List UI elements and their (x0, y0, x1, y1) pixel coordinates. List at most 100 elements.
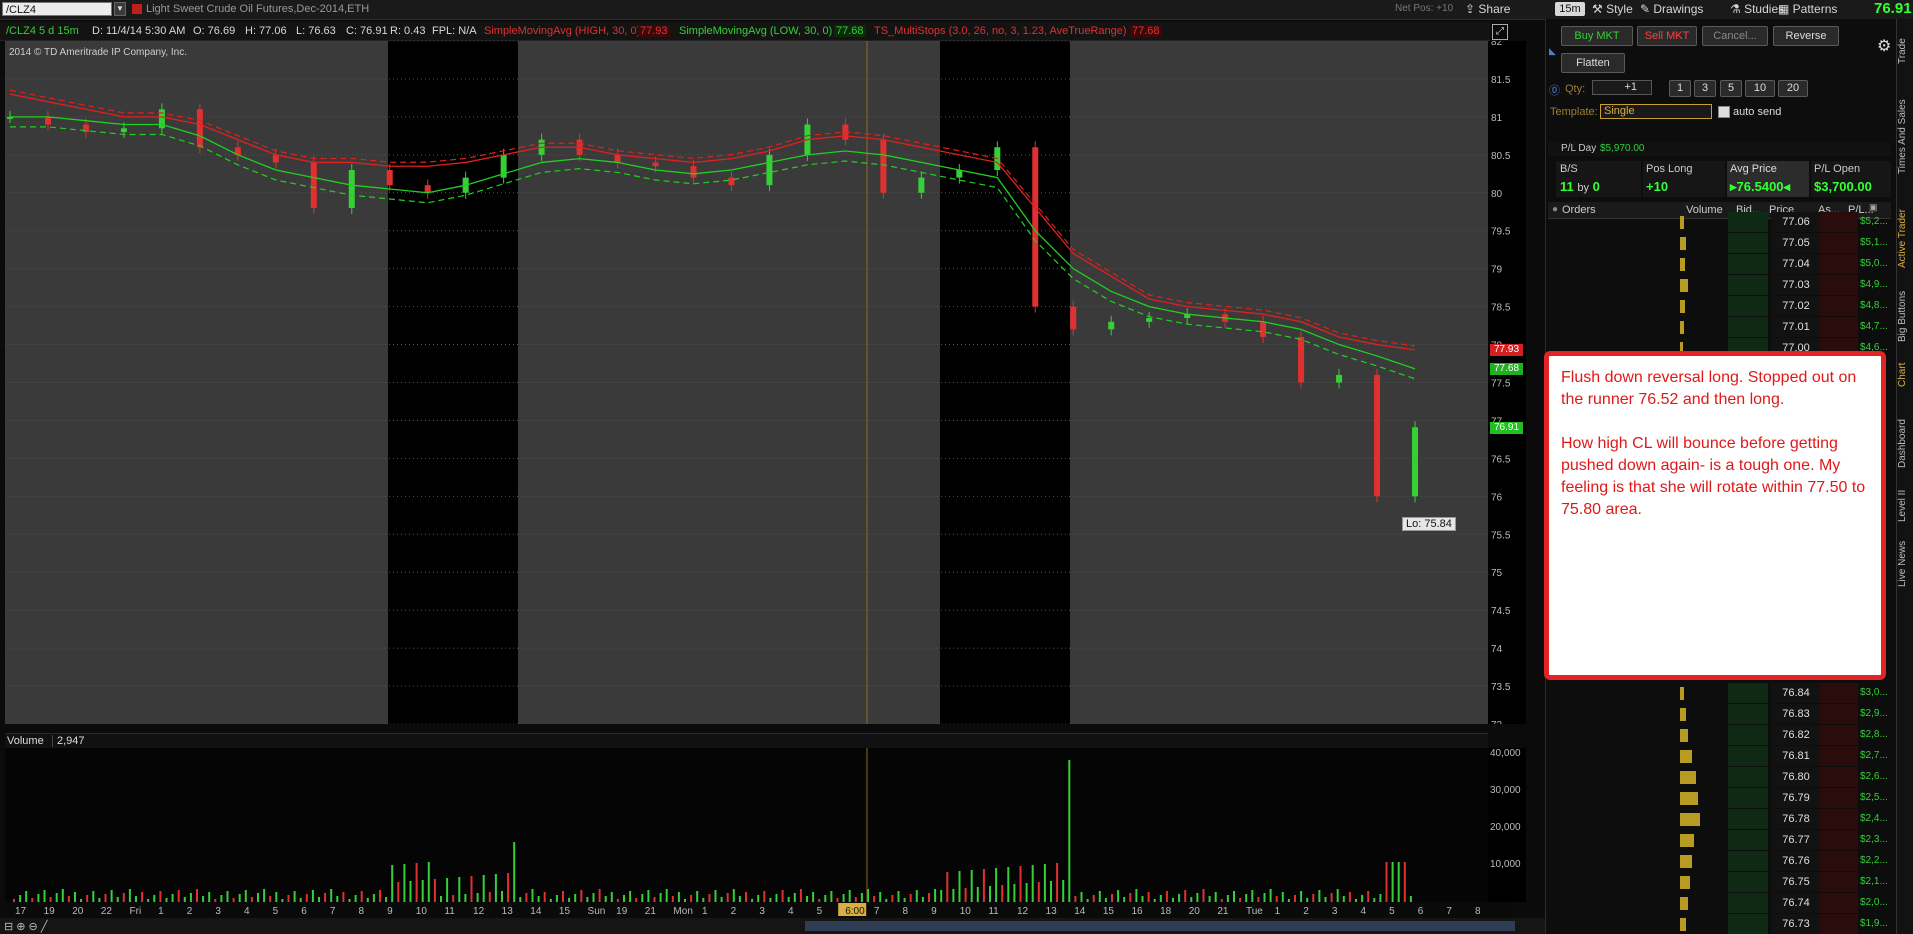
side-tab-trade[interactable]: Trade (1897, 29, 1913, 74)
studies-button[interactable]: ⚗ Studies (1730, 1, 1784, 18)
book-bid-cell[interactable] (1728, 851, 1768, 871)
volume-chart[interactable] (5, 748, 1488, 902)
chart-scrollbar-thumb[interactable] (805, 921, 1515, 931)
book-bid-cell[interactable] (1728, 788, 1768, 808)
qty-preset-10[interactable]: 10 (1745, 80, 1775, 97)
book-ask-cell[interactable] (1820, 914, 1858, 934)
book-row[interactable]: 76.82 $2,8... (1550, 725, 1890, 745)
book-row[interactable]: 77.04 $5,0... (1550, 254, 1890, 274)
qty-preset-1[interactable]: 1 (1669, 80, 1691, 97)
book-bid-cell[interactable] (1728, 725, 1768, 745)
book-price[interactable]: 77.03 (1771, 275, 1821, 295)
book-ask-cell[interactable] (1820, 830, 1858, 850)
side-tab-live-news[interactable]: Live News (1897, 534, 1913, 594)
sma-low-study[interactable]: SimpleMovingAvg (LOW, 30, 0) (679, 25, 832, 37)
book-ask-cell[interactable] (1820, 704, 1858, 724)
book-bid-cell[interactable] (1728, 212, 1768, 232)
cancel-button[interactable]: Cancel... (1702, 26, 1768, 46)
book-bid-cell[interactable] (1728, 704, 1768, 724)
reverse-button[interactable]: Reverse (1773, 26, 1839, 46)
qty-preset-3[interactable]: 3 (1694, 80, 1716, 97)
book-price[interactable]: 77.02 (1771, 296, 1821, 316)
book-row[interactable]: 76.83 $2,9... (1550, 704, 1890, 724)
collapse-icon[interactable]: ◣ (1549, 46, 1556, 57)
book-row[interactable]: 76.73 $1,9... (1550, 914, 1890, 934)
symbol-input[interactable]: /CLZ4 (2, 2, 112, 16)
book-price[interactable]: 76.81 (1771, 746, 1821, 766)
chart-maximize-icon[interactable]: ⤢ (1492, 24, 1508, 40)
side-tab-big-buttons[interactable]: Big Buttons (1897, 281, 1913, 351)
book-ask-cell[interactable] (1820, 767, 1858, 787)
book-ask-cell[interactable] (1820, 296, 1858, 316)
side-tab-times-and-sales[interactable]: Times And Sales (1897, 87, 1913, 187)
sell-mkt-button[interactable]: Sell MKT (1637, 26, 1697, 46)
side-tab-active-trader[interactable]: Active Trader (1897, 199, 1913, 279)
time-axis[interactable]: 17 19 20 22 Fri 1 2 3 4 5 6 7 8 9 10 11 12 13 14 15 Sun 19 21 M… (5, 902, 1515, 918)
book-ask-cell[interactable] (1820, 275, 1858, 295)
book-row[interactable]: 77.06 $5,2... (1550, 212, 1890, 232)
book-bid-cell[interactable] (1728, 296, 1768, 316)
buy-mkt-button[interactable]: Buy MKT (1561, 26, 1633, 46)
patterns-button[interactable]: ▦ Patterns (1778, 1, 1837, 18)
book-ask-cell[interactable] (1820, 893, 1858, 913)
side-tab-level-ii[interactable]: Level II (1897, 481, 1913, 531)
side-tab-dashboard[interactable]: Dashboard (1897, 409, 1913, 479)
zoom-controls-icon[interactable]: ⊟ ⊕ ⊖ ╱ (4, 920, 47, 933)
price-chart[interactable] (5, 40, 1488, 725)
ts-multistops-study[interactable]: TS_MultiStops (3.0, 26, no, 3, 1.23, Ave… (874, 25, 1127, 37)
book-ask-cell[interactable] (1820, 683, 1858, 703)
book-bid-cell[interactable] (1728, 830, 1768, 850)
book-ask-cell[interactable] (1820, 872, 1858, 892)
sma-high-study[interactable]: SimpleMovingAvg (HIGH, 30, 0) (484, 25, 640, 37)
book-bid-cell[interactable] (1728, 275, 1768, 295)
book-price[interactable]: 76.75 (1771, 872, 1821, 892)
flatten-button[interactable]: Flatten (1561, 53, 1625, 73)
book-price[interactable]: 76.80 (1771, 767, 1821, 787)
book-ask-cell[interactable] (1820, 746, 1858, 766)
book-row[interactable]: 76.78 $2,4... (1550, 809, 1890, 829)
book-bid-cell[interactable] (1728, 746, 1768, 766)
book-bid-cell[interactable] (1728, 683, 1768, 703)
book-ask-cell[interactable] (1820, 809, 1858, 829)
gear-icon[interactable]: ⚙ (1877, 36, 1891, 56)
book-price[interactable]: 76.74 (1771, 893, 1821, 913)
book-price[interactable]: 77.04 (1771, 254, 1821, 274)
book-price[interactable]: 76.76 (1771, 851, 1821, 871)
book-ask-cell[interactable] (1820, 254, 1858, 274)
book-ask-cell[interactable] (1820, 788, 1858, 808)
book-row[interactable]: 76.76 $2,2... (1550, 851, 1890, 871)
book-price[interactable]: 76.78 (1771, 809, 1821, 829)
book-bid-cell[interactable] (1728, 872, 1768, 892)
book-price[interactable]: 76.77 (1771, 830, 1821, 850)
template-select[interactable]: Single (1600, 104, 1712, 119)
book-ask-cell[interactable] (1820, 212, 1858, 232)
book-price[interactable]: 76.82 (1771, 725, 1821, 745)
book-price[interactable]: 77.06 (1771, 212, 1821, 232)
book-row[interactable]: 76.80 $2,6... (1550, 767, 1890, 787)
book-row[interactable]: 76.77 $2,3... (1550, 830, 1890, 850)
book-row[interactable]: 77.02 $4,8... (1550, 296, 1890, 316)
book-ask-cell[interactable] (1820, 725, 1858, 745)
book-bid-cell[interactable] (1728, 254, 1768, 274)
book-bid-cell[interactable] (1728, 233, 1768, 253)
share-button[interactable]: ⇪ Share (1465, 1, 1510, 18)
book-bid-cell[interactable] (1728, 317, 1768, 337)
book-price[interactable]: 77.05 (1771, 233, 1821, 253)
timeframe-button[interactable]: 15m (1555, 2, 1585, 16)
qty-input[interactable]: +1 (1592, 80, 1652, 95)
book-bid-cell[interactable] (1728, 767, 1768, 787)
book-row[interactable]: 76.74 $2,0... (1550, 893, 1890, 913)
book-ask-cell[interactable] (1820, 317, 1858, 337)
book-row[interactable]: 76.81 $2,7... (1550, 746, 1890, 766)
book-ask-cell[interactable] (1820, 851, 1858, 871)
qty-preset-5[interactable]: 5 (1720, 80, 1742, 97)
auto-send-checkbox[interactable] (1718, 106, 1730, 118)
book-row[interactable]: 77.03 $4,9... (1550, 275, 1890, 295)
book-row[interactable]: 76.75 $2,1... (1550, 872, 1890, 892)
book-price[interactable]: 76.83 (1771, 704, 1821, 724)
symbol-dropdown-icon[interactable]: ▼ (114, 2, 126, 16)
book-ask-cell[interactable] (1820, 233, 1858, 253)
price-axis[interactable]: 8281.58180.58079.57978.57877.57776.57675… (1488, 37, 1526, 731)
book-bid-cell[interactable] (1728, 914, 1768, 934)
book-price[interactable]: 76.79 (1771, 788, 1821, 808)
